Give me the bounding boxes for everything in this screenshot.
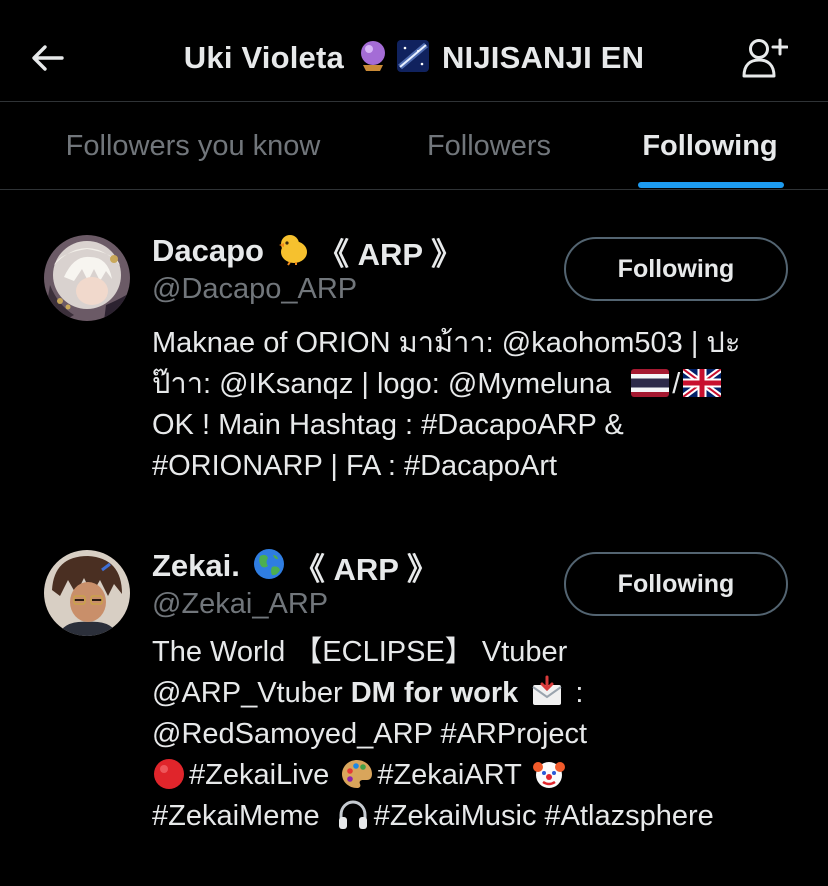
user-name-suffix: 《 ARP 》 xyxy=(293,551,439,587)
active-tab-indicator xyxy=(638,182,784,188)
user-bio: Maknae of ORION มาม้าา: @kaohom503 | ปะ … xyxy=(152,323,802,487)
bio-line: #ZekaiMeme #ZekaiMusic #Atlazsphere xyxy=(152,796,802,837)
tab-bar: Followers you know Followers Following xyxy=(0,102,828,190)
bio-bold-text: DM for work xyxy=(350,677,519,709)
bio-text: ป๊าา: @IKsanqz | logo: @Mymeluna xyxy=(152,368,612,400)
bio-line: #ORIONARP | FA : #DacapoArt xyxy=(152,450,558,482)
tab-followers-you-know[interactable]: Followers you know xyxy=(46,102,340,190)
app-root: Uki Violeta NIJISANJI EN Followers you k… xyxy=(0,0,828,886)
user-name-suffix: 《 ARP 》 xyxy=(317,236,463,272)
uk-flag-icon xyxy=(683,369,722,398)
crystal-ball-icon xyxy=(356,39,390,73)
user-name[interactable]: Zekai. 《 ARP 》 xyxy=(152,546,439,587)
bio-line: @RedSamoyed_ARP #ARProject xyxy=(152,718,588,750)
bio-line: #ZekaiLive #ZekaiART xyxy=(152,755,802,796)
user-bio: The World 【ECLIPSE】 Vtuber @ARP_Vtuber D… xyxy=(152,632,802,837)
red-circle-icon xyxy=(152,757,186,791)
user-handle[interactable]: @Dacapo_ARP xyxy=(152,273,357,306)
bio-hashtag[interactable]: #ZekaiMeme xyxy=(152,800,320,832)
clown-face-icon xyxy=(532,757,566,791)
user-display-name: Zekai. xyxy=(152,548,240,583)
title-org: NIJISANJI EN xyxy=(441,40,645,75)
follow-user-button[interactable] xyxy=(736,34,792,82)
bio-text: @ARP_Vtuber xyxy=(152,677,351,709)
top-bar: Uki Violeta NIJISANJI EN xyxy=(0,0,828,102)
back-arrow-icon[interactable] xyxy=(28,38,68,78)
globe-icon xyxy=(252,547,286,581)
avatar[interactable] xyxy=(44,550,130,636)
bio-line: ป๊าา: @IKsanqz | logo: @Mymeluna / xyxy=(152,364,802,405)
page-title: Uki Violeta NIJISANJI EN xyxy=(100,34,728,82)
headphones-icon xyxy=(336,798,370,832)
milky-way-icon xyxy=(396,39,430,73)
title-name: Uki Violeta xyxy=(183,40,344,75)
following-button[interactable]: Following xyxy=(564,552,788,616)
bio-line: OK ! Main Hashtag : #DacapoARP & xyxy=(152,409,624,441)
user-row-zekai[interactable]: Zekai. 《 ARP 》 @Zekai_ARP Following The … xyxy=(0,530,828,860)
envelope-arrow-icon xyxy=(530,675,564,709)
user-display-name: Dacapo xyxy=(152,233,264,268)
bio-text: / xyxy=(672,368,681,400)
tab-followers[interactable]: Followers xyxy=(416,102,562,190)
user-name[interactable]: Dacapo 《 ARP 》 xyxy=(152,231,463,272)
bio-line: @ARP_Vtuber DM for work : xyxy=(152,673,802,714)
back-button[interactable] xyxy=(24,34,72,82)
chick-icon xyxy=(276,232,310,266)
bio-line: Maknae of ORION มาม้าา: @kaohom503 | ปะ xyxy=(152,327,741,359)
bio-hashtag[interactable]: #ZekaiLive xyxy=(189,759,329,791)
bio-hashtag[interactable]: #ZekaiMusic #Atlazsphere xyxy=(374,800,714,832)
user-row-dacapo[interactable]: Dacapo 《 ARP 》 @Dacapo_ARP Following Mak… xyxy=(0,215,828,505)
following-button[interactable]: Following xyxy=(564,237,788,301)
palette-icon xyxy=(340,757,374,791)
add-user-icon[interactable] xyxy=(740,36,788,80)
thailand-flag-icon xyxy=(631,369,670,398)
bio-hashtag[interactable]: #ZekaiART xyxy=(377,759,521,791)
avatar[interactable] xyxy=(44,235,130,321)
tab-following[interactable]: Following xyxy=(636,102,784,190)
bio-text: : xyxy=(567,677,584,709)
user-handle[interactable]: @Zekai_ARP xyxy=(152,588,328,621)
bio-line: The World 【ECLIPSE】 Vtuber xyxy=(152,636,568,668)
